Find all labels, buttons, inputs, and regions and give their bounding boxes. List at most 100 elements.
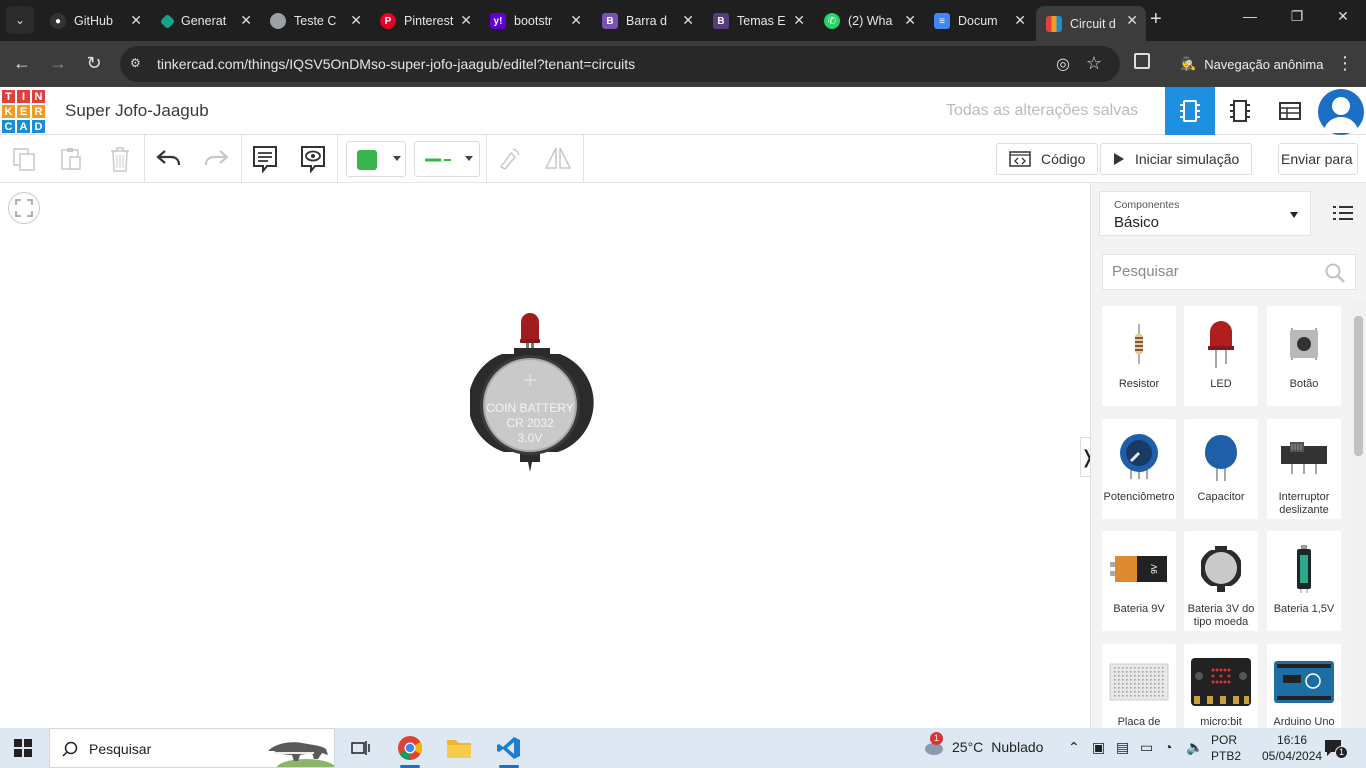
- close-icon[interactable]: ✕: [460, 12, 472, 29]
- browser-tab[interactable]: ✆ (2) Wha ✕: [814, 6, 924, 36]
- close-icon[interactable]: ✕: [793, 12, 805, 29]
- new-tab-icon[interactable]: +: [1150, 8, 1162, 31]
- component-card[interactable]: Arduino Uno: [1267, 644, 1341, 728]
- component-card[interactable]: Resistor: [1102, 306, 1176, 406]
- copy-button[interactable]: [8, 143, 40, 175]
- send-to-button[interactable]: Enviar para: [1278, 143, 1358, 175]
- meet-icon[interactable]: ▣: [1092, 739, 1105, 756]
- tab-search-button[interactable]: ⌄: [6, 6, 34, 34]
- zoom-to-fit-button[interactable]: [8, 192, 40, 224]
- network-monitor-icon[interactable]: ▤: [1116, 739, 1129, 756]
- panel-scrollbar[interactable]: [1351, 300, 1366, 728]
- file-explorer-taskbar-button[interactable]: [439, 732, 479, 764]
- tinkercad-logo[interactable]: TINKERCAD: [1, 89, 46, 134]
- component-card[interactable]: LED: [1184, 306, 1258, 406]
- component-card[interactable]: Botão: [1267, 306, 1341, 406]
- task-view-button[interactable]: [340, 732, 380, 764]
- browser-tab[interactable]: B Barra d ✕: [592, 6, 702, 36]
- star-icon[interactable]: ☆: [1086, 53, 1102, 74]
- weather-widget[interactable]: 1 25°C Nublado: [922, 732, 1043, 756]
- close-icon[interactable]: ✕: [240, 12, 252, 29]
- notifications-button[interactable]: 1: [1324, 739, 1348, 762]
- language-indicator[interactable]: POR PTB2: [1211, 732, 1241, 764]
- redo-button[interactable]: [200, 143, 232, 175]
- component-card[interactable]: Interruptor deslizante: [1267, 419, 1341, 519]
- browser-menu-icon[interactable]: ⋮: [1336, 53, 1354, 74]
- chrome-taskbar-button[interactable]: [390, 732, 430, 768]
- site-info-icon[interactable]: ⚙: [130, 56, 144, 70]
- circuit-view-button[interactable]: [1165, 87, 1215, 135]
- component-card[interactable]: 9V Bateria 9V: [1102, 531, 1176, 631]
- close-icon[interactable]: ✕: [1126, 12, 1138, 29]
- browser-tab[interactable]: Generat ✕: [150, 6, 260, 36]
- forward-icon[interactable]: →: [47, 53, 69, 74]
- browser-tab[interactable]: Teste C ✕: [260, 6, 370, 36]
- eye-off-icon[interactable]: ◎: [1056, 54, 1070, 74]
- component-card[interactable]: Bateria 3V do tipo moeda: [1184, 531, 1258, 631]
- undo-button[interactable]: [153, 143, 185, 175]
- close-icon[interactable]: ✕: [904, 12, 916, 29]
- search-input[interactable]: [1112, 263, 1312, 280]
- component-card[interactable]: Bateria 1,5V: [1267, 531, 1341, 631]
- close-icon[interactable]: ✕: [130, 12, 142, 29]
- volume-icon[interactable]: 🔈: [1186, 739, 1203, 756]
- browser-tab-active[interactable]: Circuit d ✕: [1036, 6, 1146, 41]
- search-icon[interactable]: [1325, 263, 1345, 288]
- notes-button[interactable]: [249, 143, 281, 175]
- chevron-up-icon[interactable]: ⌃: [1068, 739, 1080, 756]
- potentiometer-icon: [1102, 427, 1176, 487]
- browser-tab[interactable]: y! bootstr ✕: [480, 6, 590, 36]
- browser-tab[interactable]: ● GitHub ✕: [40, 6, 150, 36]
- paste-button[interactable]: [55, 143, 87, 175]
- scrollbar-thumb[interactable]: [1354, 316, 1363, 456]
- workplane-canvas[interactable]: COIN BATTERY CR 2032 3.0V ❭: [0, 183, 1095, 728]
- coin-battery-component[interactable]: COIN BATTERY CR 2032 3.0V: [470, 308, 594, 488]
- wire-color-dropdown[interactable]: [346, 141, 406, 177]
- windows-start-button[interactable]: [14, 739, 32, 762]
- component-card[interactable]: Capacitor: [1184, 419, 1258, 519]
- browser-tab[interactable]: B Temas E ✕: [703, 6, 813, 36]
- components-dropdown[interactable]: Componentes Básico: [1099, 191, 1311, 236]
- user-avatar[interactable]: [1318, 89, 1364, 135]
- start-simulation-button[interactable]: Iniciar simulação: [1100, 143, 1253, 175]
- clock[interactable]: 16:16 05/04/2024: [1262, 732, 1322, 764]
- browser-tab[interactable]: ≡ Docum ✕: [924, 6, 1034, 36]
- logo-letter: K: [1, 104, 16, 119]
- component-name: Placa de: [1117, 716, 1161, 728]
- close-icon[interactable]: ✕: [350, 12, 362, 29]
- browser-tab[interactable]: P Pinterest ✕: [370, 6, 480, 36]
- component-card[interactable]: Placa de: [1102, 644, 1176, 728]
- battery-icon[interactable]: ▭: [1140, 739, 1153, 756]
- side-panel-icon[interactable]: [1134, 53, 1150, 69]
- code-button[interactable]: Código: [996, 143, 1099, 175]
- close-icon[interactable]: ✕: [682, 12, 694, 29]
- incognito-badge[interactable]: 🕵 Navegação anônima: [1166, 48, 1336, 80]
- windows-taskbar: Pesquisar 1 25°C Nublado ⌃ ▣ ▤ ▭ ◔ 🔈 POR…: [0, 728, 1366, 768]
- schematic-view-button[interactable]: [1215, 87, 1265, 135]
- led-component[interactable]: [520, 313, 540, 351]
- list-view-button[interactable]: [1333, 205, 1353, 226]
- close-icon[interactable]: ✕: [570, 12, 582, 29]
- close-window-icon[interactable]: ✕: [1333, 8, 1353, 25]
- pushbutton-icon: [1267, 314, 1341, 374]
- component-card[interactable]: Potenciômetro: [1102, 419, 1176, 519]
- component-card[interactable]: micro:bit: [1184, 644, 1258, 728]
- restore-icon[interactable]: ❐: [1287, 8, 1307, 25]
- close-icon[interactable]: ✕: [1014, 12, 1026, 29]
- project-title[interactable]: Super Jofo-Jaagub: [65, 101, 209, 121]
- delete-button[interactable]: [104, 143, 136, 175]
- wifi-icon[interactable]: ◔: [1164, 739, 1172, 755]
- component-list-button[interactable]: [1265, 87, 1315, 135]
- back-icon[interactable]: ←: [11, 53, 33, 74]
- vscode-taskbar-button[interactable]: [489, 732, 529, 768]
- components-search[interactable]: [1102, 254, 1356, 290]
- minimize-icon[interactable]: —: [1240, 8, 1260, 24]
- toggle-notes-button[interactable]: [297, 143, 329, 175]
- reload-icon[interactable]: ↻: [83, 53, 105, 74]
- url-omnibox[interactable]: ⚙ tinkercad.com/things/IQSV5OnDMso-super…: [120, 46, 1120, 82]
- wire-type-dropdown[interactable]: [414, 141, 480, 177]
- taskbar-search[interactable]: Pesquisar: [49, 728, 335, 768]
- rotate-button[interactable]: [493, 143, 525, 175]
- flip-button[interactable]: [542, 143, 574, 175]
- url-text[interactable]: tinkercad.com/things/IQSV5OnDMso-super-j…: [157, 56, 635, 72]
